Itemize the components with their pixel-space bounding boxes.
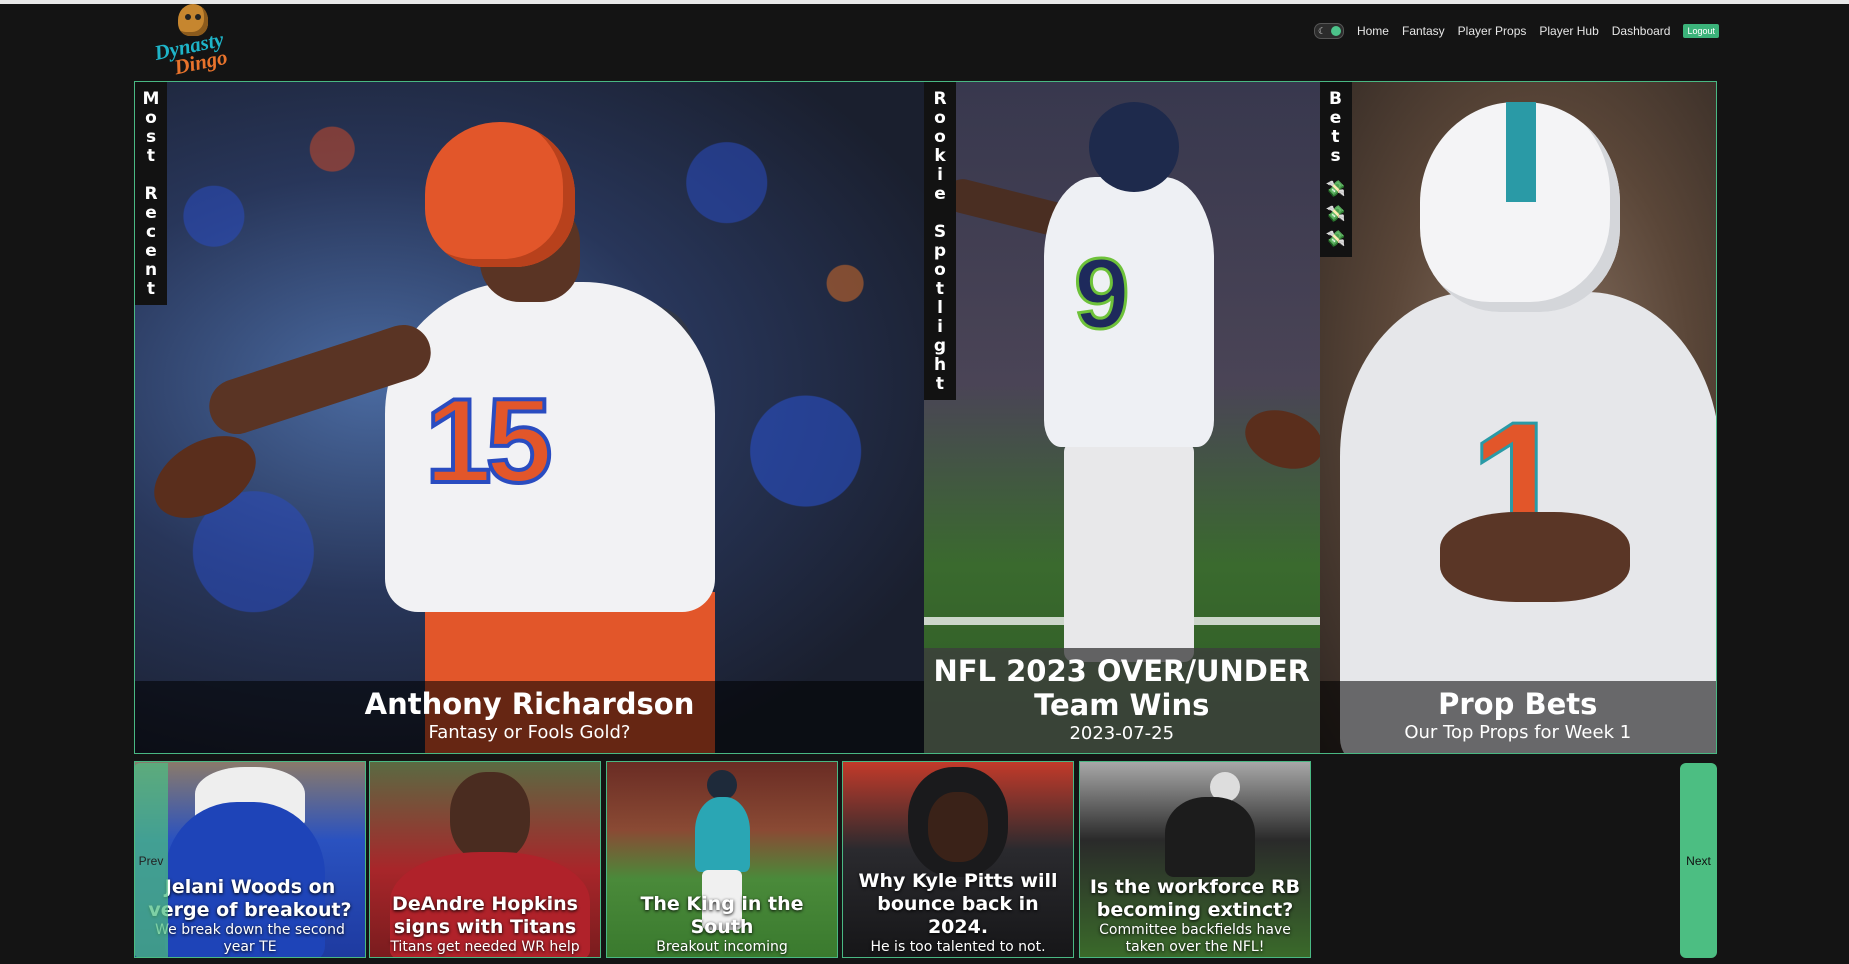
nav-player-hub[interactable]: Player Hub bbox=[1539, 24, 1598, 38]
player-jersey bbox=[1165, 797, 1255, 877]
article-subtitle: We break down the second year TE bbox=[155, 922, 345, 955]
article-text: Why Kyle Pitts will bounce back in 2024.… bbox=[843, 870, 1073, 957]
hero-title[interactable]: Prop Bets bbox=[1320, 681, 1717, 721]
money-icon: 💸 bbox=[1325, 179, 1346, 198]
article-text: DeAndre Hopkins signs with Titans Titans… bbox=[370, 893, 600, 957]
article-subtitle: He is too talented to not. bbox=[870, 939, 1046, 955]
theme-toggle[interactable]: ☾ bbox=[1313, 23, 1344, 39]
player-jersey bbox=[695, 797, 750, 872]
article-carousel: Jelani Woods on verge of breakout? We br… bbox=[134, 761, 1717, 959]
article-text: The King in the South Breakout incoming bbox=[607, 893, 837, 957]
helmet-icon bbox=[707, 770, 737, 800]
hero-caption: NFL 2023 OVER/UNDER Team Wins 2023-07-25 bbox=[924, 648, 1320, 753]
hero-panel-bets[interactable]: 1 B e t s 💸 💸 💸 Prop Bets Our Top Props … bbox=[1319, 82, 1717, 753]
nav-home[interactable]: Home bbox=[1357, 24, 1389, 38]
article-subtitle: Committee backfields have taken over the… bbox=[1099, 922, 1291, 955]
carousel-next-button[interactable]: Next bbox=[1680, 763, 1717, 958]
helmet-icon bbox=[1089, 102, 1179, 192]
nav-dashboard[interactable]: Dashboard bbox=[1612, 24, 1671, 38]
hero-banner: 15 M o s t R e c e n t Anthony Richardso… bbox=[134, 81, 1717, 754]
article-card[interactable]: DeAndre Hopkins signs with Titans Titans… bbox=[369, 761, 601, 958]
helmet-stripe bbox=[1505, 102, 1536, 202]
hero-title[interactable]: Anthony Richardson bbox=[135, 681, 924, 721]
article-subtitle: Breakout incoming bbox=[656, 939, 788, 955]
article-title[interactable]: The King in the South bbox=[613, 893, 831, 939]
article-card[interactable]: Is the workforce RB becoming extinct? Co… bbox=[1079, 761, 1311, 958]
site-logo[interactable]: Dynasty Dingo bbox=[148, 4, 238, 79]
top-border bbox=[0, 0, 1849, 4]
player-face bbox=[928, 792, 988, 862]
article-title[interactable]: Is the workforce RB becoming extinct? bbox=[1086, 876, 1304, 922]
article-text: Is the workforce RB becoming extinct? Co… bbox=[1080, 876, 1310, 957]
top-nav: ☾ Home Fantasy Player Props Player Hub D… bbox=[1313, 23, 1719, 39]
jersey-number-graphic: 15 bbox=[423, 372, 555, 510]
player-pants bbox=[1064, 442, 1194, 662]
moon-icon: ☾ bbox=[1317, 26, 1327, 36]
article-subtitle: Titans get needed WR help bbox=[390, 939, 580, 955]
hero-caption: Anthony Richardson Fantasy or Fools Gold… bbox=[135, 681, 924, 753]
money-icon: 💸 bbox=[1325, 229, 1346, 248]
toggle-knob bbox=[1330, 26, 1341, 36]
hero-subtitle: Fantasy or Fools Gold? bbox=[428, 722, 631, 743]
helmet-icon bbox=[425, 122, 575, 267]
article-card[interactable]: Jelani Woods on verge of breakout? We br… bbox=[134, 761, 366, 958]
article-card[interactable]: Why Kyle Pitts will bounce back in 2024.… bbox=[842, 761, 1074, 958]
hero-panel-most-recent[interactable]: 15 M o s t R e c e n t Anthony Richardso… bbox=[135, 82, 924, 753]
article-title[interactable]: DeAndre Hopkins signs with Titans bbox=[376, 893, 594, 939]
hero-date: 2023-07-25 bbox=[1069, 723, 1175, 744]
money-icon: 💸 bbox=[1325, 204, 1346, 223]
hero-title-line2[interactable]: Team Wins bbox=[924, 688, 1320, 722]
hero-title-line1[interactable]: NFL 2023 OVER/UNDER bbox=[924, 648, 1320, 688]
jersey-number-graphic: 9 bbox=[1073, 237, 1132, 352]
carousel-prev-button[interactable]: Prev bbox=[134, 763, 168, 958]
vertical-label-rookie-spotlight: R o o k i e S p o t l i g h t bbox=[924, 82, 956, 400]
article-title[interactable]: Why Kyle Pitts will bounce back in 2024. bbox=[849, 870, 1067, 939]
player-face bbox=[450, 772, 530, 862]
hero-panel-rookie-spotlight[interactable]: 9 R o o k i e S p o t l i g h t NFL 2023… bbox=[924, 82, 1320, 753]
article-text: Jelani Woods on verge of breakout? We br… bbox=[135, 876, 365, 957]
article-title[interactable]: Jelani Woods on verge of breakout? bbox=[141, 876, 359, 922]
nav-fantasy[interactable]: Fantasy bbox=[1402, 24, 1445, 38]
nav-player-props[interactable]: Player Props bbox=[1458, 24, 1527, 38]
vertical-label-most-recent: M o s t R e c e n t bbox=[135, 82, 167, 305]
hero-caption: Prop Bets Our Top Props for Week 1 bbox=[1319, 681, 1717, 753]
hero-subtitle: Our Top Props for Week 1 bbox=[1404, 722, 1632, 743]
logout-button[interactable]: Logout bbox=[1683, 24, 1719, 38]
football-icon bbox=[1237, 399, 1320, 480]
vertical-label-bets: B e t s 💸 💸 💸 bbox=[1319, 82, 1352, 257]
article-card[interactable]: The King in the South Breakout incoming bbox=[606, 761, 838, 958]
player-hands bbox=[1439, 512, 1630, 602]
